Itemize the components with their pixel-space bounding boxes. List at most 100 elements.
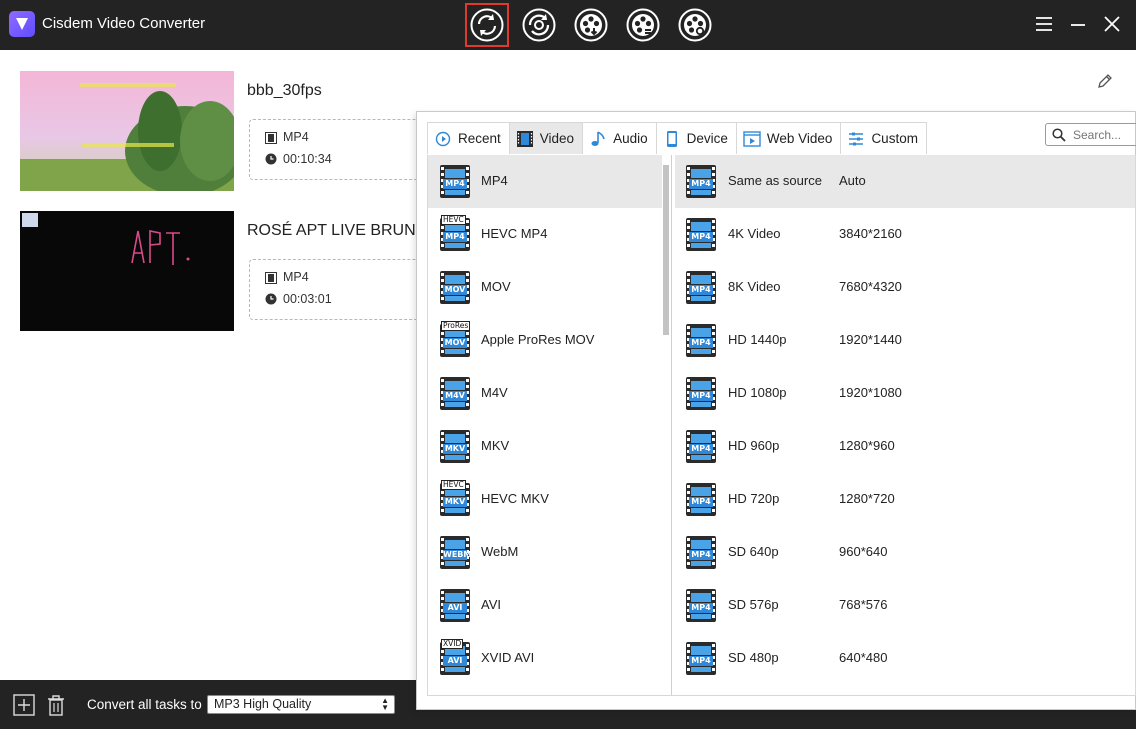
resolution-item[interactable]: MP4 HD 720p 1280*720	[675, 473, 1135, 526]
close-icon	[1104, 16, 1120, 32]
rip-tool-button[interactable]	[522, 8, 556, 42]
convert-tool-button[interactable]	[465, 3, 509, 47]
compress-tool-button[interactable]	[626, 8, 660, 42]
recent-icon	[435, 131, 451, 146]
format-item[interactable]: AVI XVID XVID AVI	[428, 632, 662, 685]
download-icon	[574, 8, 608, 42]
resolution-item[interactable]: MP4 HD 1440p 1920*1440	[675, 314, 1135, 367]
close-button[interactable]	[1102, 14, 1122, 34]
resolution-value: 7680*4320	[839, 279, 902, 294]
compress-icon	[626, 8, 660, 42]
format-item[interactable]: AVI AVI	[428, 579, 662, 632]
film-icon	[265, 132, 277, 144]
resolution-item[interactable]: MP4 4K Video 3840*2160	[675, 208, 1135, 261]
resolution-value: Auto	[839, 173, 866, 188]
scrollbar-thumb[interactable]	[663, 165, 669, 335]
resolution-item[interactable]: MP4 HD 1080p 1920*1080	[675, 367, 1135, 420]
task-format: MP4	[283, 130, 309, 144]
resolution-item[interactable]: MP4 Same as source Auto	[675, 155, 1135, 208]
resolution-name: SD 576p	[728, 597, 779, 612]
format-item[interactable]: MP4 MP4	[428, 155, 662, 208]
trash-icon[interactable]	[45, 694, 67, 716]
hamburger-menu-icon	[1036, 17, 1052, 31]
device-icon	[666, 130, 677, 147]
resolution-value: 1920*1440	[839, 332, 902, 347]
resolution-item[interactable]: MP4 SD 480p 640*480	[675, 632, 1135, 685]
format-file-icon: MP4	[440, 165, 470, 198]
tab-label: Audio	[613, 131, 648, 146]
resolution-name: HD 960p	[728, 438, 780, 453]
resolution-item[interactable]: MP4 8K Video 7680*4320	[675, 261, 1135, 314]
format-label: MOV	[481, 279, 511, 294]
video-thumbnail	[20, 211, 234, 331]
burn-tool-button[interactable]	[678, 8, 712, 42]
resolution-value: 640*480	[839, 650, 888, 665]
format-file-icon: MKV HEVC	[440, 480, 470, 516]
format-file-icon: AVI	[440, 589, 470, 622]
list-divider	[671, 155, 672, 695]
resolution-name: 4K Video	[728, 226, 781, 241]
resolution-value: 1280*720	[839, 491, 895, 506]
add-file-icon[interactable]	[13, 694, 35, 716]
task-duration: 00:03:01	[283, 292, 332, 306]
format-item[interactable]: MKV MKV	[428, 420, 662, 473]
title-bar: Cisdem Video Converter	[0, 0, 1136, 50]
convert-all-select[interactable]: MP3 High Quality ▲ ▼	[207, 695, 395, 714]
tab-custom[interactable]: Custom	[840, 122, 927, 154]
format-file-icon: AVI XVID	[440, 639, 470, 675]
resolution-value: 3840*2160	[839, 226, 902, 241]
web-video-icon	[743, 130, 761, 147]
format-label: Apple ProRes MOV	[481, 332, 595, 347]
tab-recent[interactable]: Recent	[427, 122, 510, 154]
clock-icon	[265, 153, 277, 165]
resolution-item[interactable]: MP4 HD 960p 1280*960	[675, 420, 1135, 473]
task-name: ROSÉ APT LIVE BRUNC	[247, 222, 428, 239]
app-title: Cisdem Video Converter	[42, 15, 206, 32]
resolution-name: SD 640p	[728, 544, 779, 559]
tab-audio[interactable]: Audio	[582, 122, 657, 154]
tab-label: Video	[539, 131, 575, 146]
resolution-item[interactable]: MP4 SD 576p 768*576	[675, 579, 1135, 632]
format-list-scrollbar[interactable]	[662, 155, 671, 695]
format-label: AVI	[481, 597, 501, 612]
tab-video[interactable]: Video	[508, 122, 584, 154]
format-file-icon: MKV	[440, 430, 470, 463]
task-duration: 00:10:34	[283, 152, 332, 166]
resolution-name: HD 1080p	[728, 385, 787, 400]
format-item[interactable]: MKV HEVC HEVC MKV	[428, 473, 662, 526]
search-placeholder: Search...	[1073, 128, 1122, 142]
format-label: XVID AVI	[481, 650, 535, 665]
download-tool-button[interactable]	[574, 8, 608, 42]
search-input[interactable]: Search...	[1045, 123, 1136, 146]
edit-icon[interactable]	[1097, 73, 1113, 89]
format-label: M4V	[481, 385, 508, 400]
format-label: WebM	[481, 544, 519, 559]
tab-web-video[interactable]: Web Video	[735, 122, 842, 154]
app-window: Cisdem Video Converter bbb_30fps MP4 00:…	[0, 0, 1136, 729]
custom-icon	[849, 132, 864, 145]
task-item[interactable]: bbb_30fps MP4 00:10:34	[20, 71, 449, 196]
resolution-value: 768*576	[839, 597, 888, 612]
minimize-button[interactable]	[1068, 14, 1088, 34]
clock-icon	[265, 293, 277, 305]
format-item[interactable]: MOV ProRes Apple ProRes MOV	[428, 314, 662, 367]
format-item[interactable]: M4V M4V	[428, 367, 662, 420]
format-file-icon: MP4 HEVC	[440, 215, 470, 251]
format-item[interactable]: MP4 HEVC HEVC MP4	[428, 208, 662, 261]
resolution-item[interactable]: MP4 SD 640p 960*640	[675, 526, 1135, 579]
search-icon	[1052, 128, 1066, 142]
tab-label: Device	[686, 131, 728, 146]
format-file-icon: MP4	[686, 324, 716, 357]
tab-label: Custom	[871, 131, 918, 146]
format-item[interactable]: MOV MOV	[428, 261, 662, 314]
format-list-area: MP4 MP4 MP4 HEVC HEVC MP4 MOV MOV MOV ProRes Appl…	[427, 155, 1136, 696]
format-label: HEVC MP4	[481, 226, 548, 241]
format-file-icon: MP4	[686, 165, 716, 198]
task-name: bbb_30fps	[247, 82, 322, 99]
format-tabs: Recent Video Audio Device Web Video Cust…	[427, 122, 927, 154]
format-item[interactable]: WEBM WebM	[428, 526, 662, 579]
menu-button[interactable]	[1034, 14, 1054, 34]
tab-label: Recent	[458, 131, 501, 146]
tab-device[interactable]: Device	[655, 122, 737, 154]
task-item[interactable]: ROSÉ APT LIVE BRUNC MP4 00:03:01	[20, 211, 449, 331]
